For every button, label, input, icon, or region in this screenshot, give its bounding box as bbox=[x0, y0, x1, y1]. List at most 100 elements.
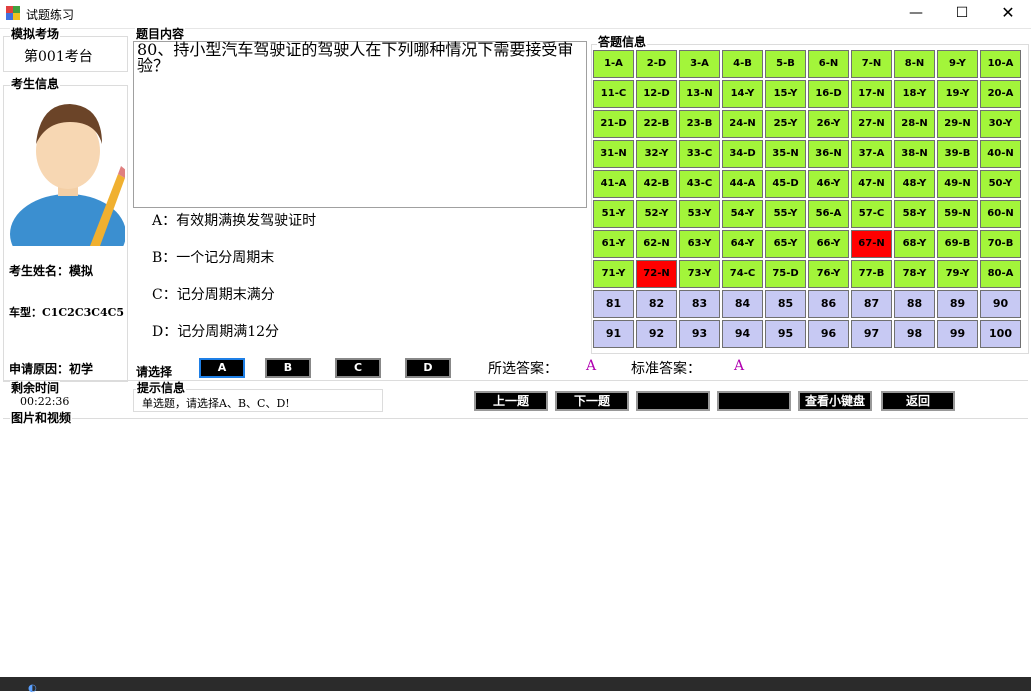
answer-cell[interactable]: 10-A bbox=[980, 50, 1021, 78]
answer-cell[interactable]: 43-C bbox=[679, 170, 720, 198]
answer-cell[interactable]: 74-C bbox=[722, 260, 763, 288]
maximize-button[interactable]: ☐ bbox=[939, 0, 985, 28]
answer-cell[interactable]: 57-C bbox=[851, 200, 892, 228]
answer-cell[interactable]: 32-Y bbox=[636, 140, 677, 168]
answer-cell[interactable]: 12-D bbox=[636, 80, 677, 108]
answer-cell[interactable]: 68-Y bbox=[894, 230, 935, 258]
close-button[interactable]: ✕ bbox=[985, 0, 1031, 28]
answer-cell[interactable]: 24-N bbox=[722, 110, 763, 138]
answer-cell[interactable]: 56-A bbox=[808, 200, 849, 228]
answer-cell[interactable]: 76-Y bbox=[808, 260, 849, 288]
answer-cell[interactable]: 95 bbox=[765, 320, 806, 348]
answer-cell[interactable]: 86 bbox=[808, 290, 849, 318]
answer-cell[interactable]: 14-Y bbox=[722, 80, 763, 108]
answer-cell[interactable]: 16-D bbox=[808, 80, 849, 108]
answer-cell[interactable]: 40-N bbox=[980, 140, 1021, 168]
answer-cell[interactable]: 37-A bbox=[851, 140, 892, 168]
answer-cell[interactable]: 35-N bbox=[765, 140, 806, 168]
answer-cell[interactable]: 90 bbox=[980, 290, 1021, 318]
answer-cell[interactable]: 100 bbox=[980, 320, 1021, 348]
answer-cell[interactable]: 81 bbox=[593, 290, 634, 318]
answer-cell[interactable]: 23-B bbox=[679, 110, 720, 138]
answer-cell[interactable]: 19-Y bbox=[937, 80, 978, 108]
answer-cell[interactable]: 27-N bbox=[851, 110, 892, 138]
answer-cell[interactable]: 89 bbox=[937, 290, 978, 318]
answer-c-button[interactable]: C bbox=[335, 358, 381, 378]
answer-b-button[interactable]: B bbox=[265, 358, 311, 378]
answer-cell[interactable]: 91 bbox=[593, 320, 634, 348]
blank-button-1[interactable] bbox=[636, 391, 710, 411]
answer-cell[interactable]: 72-N bbox=[636, 260, 677, 288]
answer-cell[interactable]: 70-B bbox=[980, 230, 1021, 258]
answer-cell[interactable]: 63-Y bbox=[679, 230, 720, 258]
answer-cell[interactable]: 73-Y bbox=[679, 260, 720, 288]
answer-cell[interactable]: 21-D bbox=[593, 110, 634, 138]
taskbar-app-icon[interactable]: ◐ bbox=[28, 683, 46, 694]
prev-question-button[interactable]: 上一题 bbox=[474, 391, 548, 411]
answer-cell[interactable]: 49-N bbox=[937, 170, 978, 198]
answer-cell[interactable]: 6-N bbox=[808, 50, 849, 78]
answer-cell[interactable]: 54-Y bbox=[722, 200, 763, 228]
answer-cell[interactable]: 97 bbox=[851, 320, 892, 348]
answer-cell[interactable]: 71-Y bbox=[593, 260, 634, 288]
answer-cell[interactable]: 65-Y bbox=[765, 230, 806, 258]
answer-cell[interactable]: 77-B bbox=[851, 260, 892, 288]
answer-cell[interactable]: 33-C bbox=[679, 140, 720, 168]
answer-cell[interactable]: 30-Y bbox=[980, 110, 1021, 138]
answer-cell[interactable]: 31-N bbox=[593, 140, 634, 168]
answer-cell[interactable]: 85 bbox=[765, 290, 806, 318]
answer-cell[interactable]: 8-N bbox=[894, 50, 935, 78]
answer-cell[interactable]: 79-Y bbox=[937, 260, 978, 288]
answer-cell[interactable]: 9-Y bbox=[937, 50, 978, 78]
answer-cell[interactable]: 61-Y bbox=[593, 230, 634, 258]
answer-cell[interactable]: 22-B bbox=[636, 110, 677, 138]
answer-cell[interactable]: 96 bbox=[808, 320, 849, 348]
answer-cell[interactable]: 88 bbox=[894, 290, 935, 318]
answer-cell[interactable]: 45-D bbox=[765, 170, 806, 198]
answer-cell[interactable]: 38-N bbox=[894, 140, 935, 168]
minimize-button[interactable]: — bbox=[893, 0, 939, 28]
answer-cell[interactable]: 84 bbox=[722, 290, 763, 318]
answer-cell[interactable]: 78-Y bbox=[894, 260, 935, 288]
answer-cell[interactable]: 55-Y bbox=[765, 200, 806, 228]
answer-cell[interactable]: 80-A bbox=[980, 260, 1021, 288]
answer-a-button[interactable]: A bbox=[199, 358, 245, 378]
answer-cell[interactable]: 47-N bbox=[851, 170, 892, 198]
answer-cell[interactable]: 2-D bbox=[636, 50, 677, 78]
answer-cell[interactable]: 53-Y bbox=[679, 200, 720, 228]
answer-cell[interactable]: 1-A bbox=[593, 50, 634, 78]
answer-cell[interactable]: 58-Y bbox=[894, 200, 935, 228]
back-button[interactable]: 返回 bbox=[881, 391, 955, 411]
answer-cell[interactable]: 92 bbox=[636, 320, 677, 348]
answer-cell[interactable]: 59-N bbox=[937, 200, 978, 228]
answer-cell[interactable]: 87 bbox=[851, 290, 892, 318]
answer-d-button[interactable]: D bbox=[405, 358, 451, 378]
answer-cell[interactable]: 60-N bbox=[980, 200, 1021, 228]
answer-cell[interactable]: 67-N bbox=[851, 230, 892, 258]
next-question-button[interactable]: 下一题 bbox=[555, 391, 629, 411]
answer-cell[interactable]: 52-Y bbox=[636, 200, 677, 228]
answer-cell[interactable]: 51-Y bbox=[593, 200, 634, 228]
answer-cell[interactable]: 44-A bbox=[722, 170, 763, 198]
answer-cell[interactable]: 46-Y bbox=[808, 170, 849, 198]
answer-cell[interactable]: 4-B bbox=[722, 50, 763, 78]
answer-cell[interactable]: 13-N bbox=[679, 80, 720, 108]
answer-cell[interactable]: 66-Y bbox=[808, 230, 849, 258]
answer-cell[interactable]: 25-Y bbox=[765, 110, 806, 138]
answer-cell[interactable]: 15-Y bbox=[765, 80, 806, 108]
answer-cell[interactable]: 11-C bbox=[593, 80, 634, 108]
answer-cell[interactable]: 48-Y bbox=[894, 170, 935, 198]
answer-cell[interactable]: 93 bbox=[679, 320, 720, 348]
answer-cell[interactable]: 82 bbox=[636, 290, 677, 318]
answer-cell[interactable]: 18-Y bbox=[894, 80, 935, 108]
answer-cell[interactable]: 64-Y bbox=[722, 230, 763, 258]
answer-cell[interactable]: 7-N bbox=[851, 50, 892, 78]
answer-cell[interactable]: 5-B bbox=[765, 50, 806, 78]
answer-cell[interactable]: 3-A bbox=[679, 50, 720, 78]
answer-cell[interactable]: 26-Y bbox=[808, 110, 849, 138]
answer-cell[interactable]: 98 bbox=[894, 320, 935, 348]
answer-cell[interactable]: 69-B bbox=[937, 230, 978, 258]
answer-cell[interactable]: 34-D bbox=[722, 140, 763, 168]
answer-cell[interactable]: 50-Y bbox=[980, 170, 1021, 198]
answer-cell[interactable]: 94 bbox=[722, 320, 763, 348]
